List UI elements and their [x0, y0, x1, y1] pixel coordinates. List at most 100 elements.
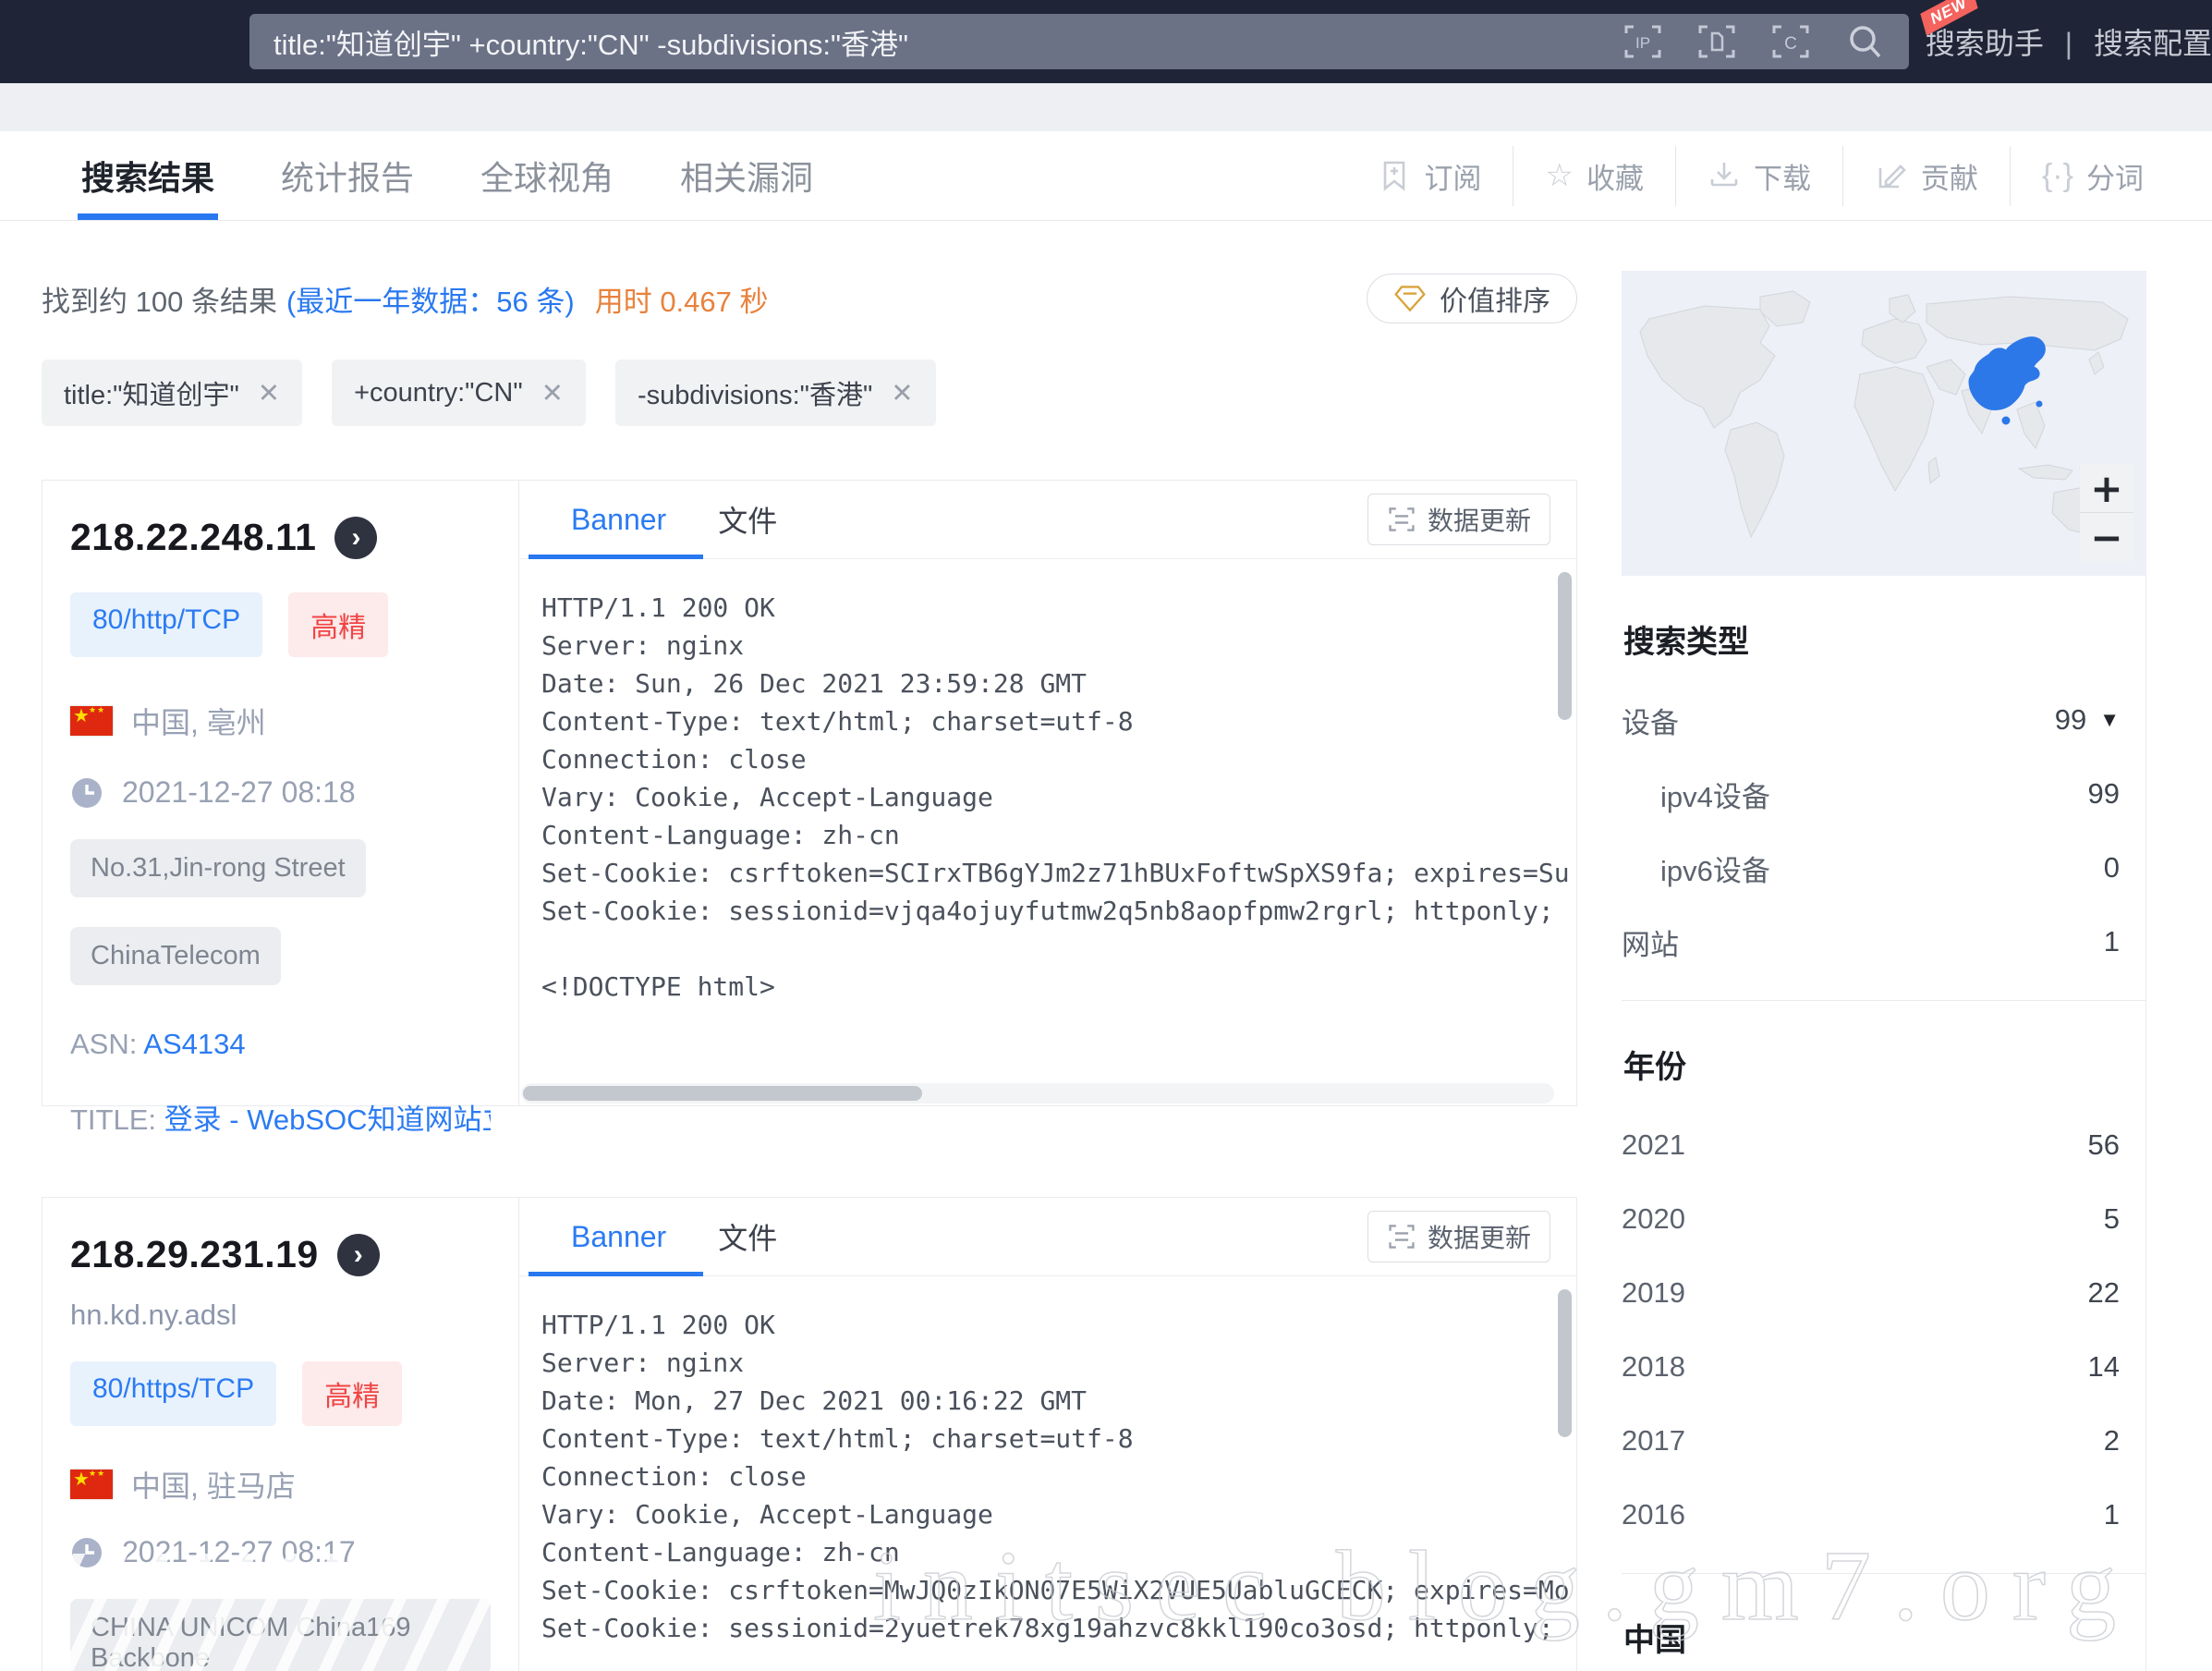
sub-header-band: [0, 83, 2212, 131]
map-zoom-control: + −: [2080, 464, 2133, 561]
vertical-scrollbar[interactable]: [1558, 572, 1572, 720]
horizontal-scrollbar[interactable]: [521, 1083, 1554, 1104]
search-icon[interactable]: [1844, 21, 1885, 62]
remove-filter-icon[interactable]: ✕: [541, 377, 564, 409]
ip-detail-arrow[interactable]: ›: [337, 1234, 380, 1276]
facet-row-ipv6[interactable]: ipv6设备 0: [1622, 837, 2145, 898]
high-precision-tag: 高精: [288, 592, 388, 657]
search-assistant-link[interactable]: 搜索助手: [1926, 27, 2044, 60]
search-input[interactable]: title:"知道创宇" +country:"CN" -subdivisions…: [249, 14, 1909, 69]
port-protocol-tag[interactable]: 80/http/TCP: [70, 592, 262, 657]
facet-row-year[interactable]: 20172: [1622, 1410, 2145, 1471]
tab-global-view[interactable]: 全球视角: [480, 131, 614, 220]
edit-icon: [1875, 159, 1908, 192]
page-actions: 订阅 ☆ 收藏 下载 贡献 {·} 分词: [1346, 131, 2175, 220]
ip-scan-icon[interactable]: IP: [1623, 21, 1663, 62]
facet-row-device[interactable]: 设备 99 ▼: [1622, 689, 2145, 750]
result-time: 2021-12-27 08:18: [122, 775, 356, 810]
facet-row-year[interactable]: 20161: [1622, 1484, 2145, 1545]
data-update-icon: [1387, 505, 1416, 534]
data-update-button[interactable]: 数据更新: [1367, 494, 1550, 545]
file-tab[interactable]: 文件: [718, 481, 777, 558]
file-scan-icon[interactable]: [1696, 21, 1737, 62]
facet-row-year[interactable]: 202156: [1622, 1115, 2145, 1176]
results-column: 找到约 100 条结果 (最近一年数据：56 条) 用时 0.467 秒 价值排…: [42, 221, 1577, 1671]
filter-chips: title:"知道创宇" ✕ +country:"CN" ✕ -subdivis…: [42, 360, 1577, 426]
collapse-caret-icon[interactable]: ▼: [2099, 708, 2120, 732]
asn-link[interactable]: AS4134: [143, 1028, 245, 1060]
title-label: TITLE:: [70, 1104, 156, 1136]
favorite-button[interactable]: ☆ 收藏: [1513, 146, 1674, 206]
remove-filter-icon[interactable]: ✕: [258, 377, 280, 409]
zoomeye-search-page: title:"知道创宇" +country:"CN" -subdivisions…: [0, 0, 2212, 1671]
top-navbar: title:"知道创宇" +country:"CN" -subdivisions…: [0, 0, 2212, 83]
facet-row-ipv4[interactable]: ipv4设备 99: [1622, 763, 2145, 824]
zoom-in-button[interactable]: +: [2080, 464, 2133, 512]
elapsed-time-text: 用时 0.467 秒: [595, 278, 769, 320]
vertical-scrollbar[interactable]: [1558, 1289, 1572, 1437]
banner-content: HTTP/1.1 200 OK Server: nginx Date: Mon,…: [519, 1276, 1576, 1671]
result-tabbar: 搜索结果 统计报告 全球视角 相关漏洞 订阅 ☆ 收藏 下载: [0, 131, 2212, 221]
search-query-text[interactable]: title:"知道创宇" +country:"CN" -subdivisions…: [273, 21, 1623, 63]
isp-chip: ChinaTelecom: [70, 927, 281, 985]
facet-row-year[interactable]: 201922: [1622, 1262, 2145, 1323]
download-button[interactable]: 下载: [1675, 146, 1842, 206]
filter-chip: +country:"CN" ✕: [332, 360, 586, 426]
facet-row-year[interactable]: 20205: [1622, 1189, 2145, 1250]
result-location: 中国, 驻马店: [131, 1463, 296, 1506]
code-scan-icon[interactable]: C: [1770, 21, 1811, 62]
download-icon: [1708, 159, 1741, 192]
china-flag-icon: ★ ★★: [70, 1470, 113, 1499]
zoom-out-button[interactable]: −: [2080, 512, 2133, 561]
facet-row-year[interactable]: 201814: [1622, 1336, 2145, 1397]
facet-china: 中国 南阳5 新乡5: [1622, 1573, 2145, 1671]
ip-detail-arrow[interactable]: ›: [334, 517, 377, 559]
port-protocol-tag[interactable]: 80/https/TCP: [70, 1361, 276, 1426]
file-tab[interactable]: 文件: [718, 1198, 777, 1275]
banner-tab[interactable]: Banner: [571, 481, 666, 558]
result-ip[interactable]: 218.22.248.11: [70, 516, 316, 559]
data-update-button[interactable]: 数据更新: [1367, 1211, 1550, 1262]
subscribe-button[interactable]: 订阅: [1346, 146, 1513, 206]
results-count-text: 找到约 100 条结果: [42, 278, 277, 320]
result-ip[interactable]: 218.29.231.19: [70, 1233, 319, 1276]
search-tools: IP C: [1623, 21, 1885, 62]
facet-year: 年份 202156 20205 201922 201814 20172: [1622, 1000, 2145, 1573]
address-chip: No.31,Jin-rong Street: [70, 839, 366, 897]
clock-icon: [70, 776, 103, 810]
world-map[interactable]: [1622, 271, 2146, 576]
nav-right: NEW 搜索助手 | 搜索配置: [1926, 20, 2212, 63]
facet-row-website[interactable]: 网站 1: [1622, 911, 2145, 972]
value-sort-button[interactable]: 价值排序: [1367, 274, 1577, 323]
facet-sidebar: + − 搜索类型 设备 99 ▼ ipv4设备 99: [1622, 221, 2146, 1671]
result-card: 218.22.248.11 › 80/http/TCP 高精 ★ ★★ 中国, …: [42, 480, 1577, 1106]
high-precision-tag: 高精: [302, 1361, 402, 1426]
tab-related-vulnerabilities[interactable]: 相关漏洞: [680, 131, 813, 220]
result-card: 218.29.231.19 › hn.kd.ny.adsl 80/https/T…: [42, 1197, 1577, 1671]
china-flag-icon: ★ ★★: [70, 706, 113, 736]
result-time: 2021-12-27 08:17: [122, 1535, 356, 1569]
remove-filter-icon[interactable]: ✕: [891, 377, 913, 409]
clock-icon: [70, 1536, 103, 1569]
facet-title: 年份: [1622, 1042, 2145, 1087]
svg-text:C: C: [1784, 34, 1797, 54]
banner-panel: Banner 文件 数据更新 HTTP/1.1 200 OK Server: n…: [518, 481, 1576, 1105]
recent-year-count-link[interactable]: (最近一年数据：56 条): [286, 278, 575, 320]
star-icon: ☆: [1545, 157, 1573, 194]
result-location: 中国, 亳州: [131, 700, 266, 742]
filter-chip: title:"知道创宇" ✕: [42, 360, 302, 426]
result-meta: 218.29.231.19 › hn.kd.ny.adsl 80/https/T…: [43, 1198, 518, 1671]
banner-tab[interactable]: Banner: [571, 1198, 666, 1275]
facet-title: 中国: [1622, 1615, 2145, 1660]
filter-chip: -subdivisions:"香港" ✕: [615, 360, 936, 426]
search-config-link[interactable]: 搜索配置: [2094, 27, 2212, 60]
contribute-button[interactable]: 贡献: [1842, 146, 2010, 206]
tab-statistics-report[interactable]: 统计报告: [281, 131, 414, 220]
facet-title: 搜索类型: [1622, 616, 2145, 662]
bookmark-plus-icon: [1378, 159, 1411, 192]
tab-search-results[interactable]: 搜索结果: [81, 131, 214, 220]
facet-search-type: 搜索类型 设备 99 ▼ ipv4设备 99 ipv6设备 0: [1622, 576, 2145, 1000]
word-segment-button[interactable]: {·} 分词: [2010, 146, 2175, 206]
braces-icon: {·}: [2042, 158, 2073, 194]
title-link[interactable]: 登录 - WebSOC知道网站立...: [164, 1104, 491, 1136]
